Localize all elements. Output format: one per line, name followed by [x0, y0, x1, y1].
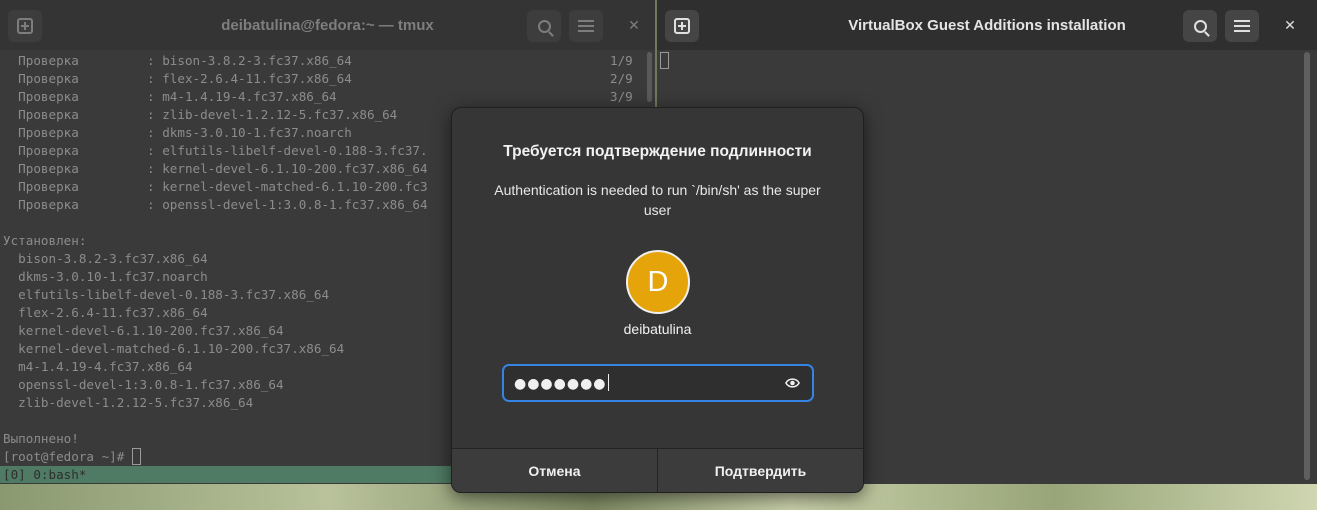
search-icon: [1193, 19, 1207, 33]
cancel-button[interactable]: Отмена: [452, 449, 657, 492]
hamburger-menu-icon: [578, 20, 594, 32]
terminal-line: Проверка : bison-3.8.2-3.fc37.x86_64 1/9: [3, 53, 633, 68]
installed-package: flex-2.6.4-11.fc37.x86_64: [3, 305, 208, 320]
username-label: deibatulina: [623, 321, 692, 337]
search-icon: [537, 19, 551, 33]
terminal-line: Проверка : kernel-devel-6.1.10-200.fc37.…: [3, 161, 428, 176]
close-button[interactable]: ✕: [1273, 10, 1307, 42]
menu-button[interactable]: [1225, 10, 1259, 42]
installed-package: bison-3.8.2-3.fc37.x86_64: [3, 251, 208, 266]
terminal-line: Проверка : flex-2.6.4-11.fc37.x86_64 2/9: [3, 71, 633, 86]
window-title: VirtualBox Guest Additions installation: [848, 16, 1126, 34]
authentication-dialog: Требуется подтверждение подлинности Auth…: [451, 107, 864, 493]
terminal-line: Проверка : openssl-devel-1:3.0.8-1.fc37.…: [3, 197, 428, 212]
shell-prompt[interactable]: [root@fedora ~]#: [3, 448, 141, 466]
installed-package: m4-1.4.19-4.fc37.x86_64: [3, 359, 193, 374]
installed-package: zlib-devel-1.2.12-5.fc37.x86_64: [3, 395, 254, 410]
close-button[interactable]: ✕: [617, 10, 651, 42]
terminal-line: Проверка : zlib-devel-1.2.12-5.fc37.x86_…: [3, 107, 398, 122]
installed-package: elfutils-libelf-devel-0.188-3.fc37.x86_6…: [3, 287, 330, 302]
hamburger-menu-icon: [1234, 20, 1250, 32]
terminal-cursor: [131, 448, 141, 465]
terminal-line: Проверка : elfutils-libelf-devel-0.188-3…: [3, 143, 428, 158]
close-icon: ✕: [628, 18, 640, 34]
dialog-buttons: Отмена Подтвердить: [452, 448, 863, 492]
dialog-message: Authentication is needed to run `/bin/sh…: [494, 182, 821, 218]
installed-header: Установлен:: [3, 233, 87, 248]
menu-button[interactable]: [569, 10, 603, 42]
search-button[interactable]: [1183, 10, 1217, 42]
avatar: D: [626, 250, 690, 314]
headerbar: deibatulina@fedora:~ — tmux ✕: [0, 0, 655, 50]
password-field[interactable]: ●●●●●●●: [502, 364, 814, 402]
search-button[interactable]: [527, 10, 561, 42]
terminal-line: Проверка : dkms-3.0.10-1.fc37.noarch: [3, 125, 352, 140]
terminal-line: Проверка : kernel-devel-matched-6.1.10-2…: [3, 179, 428, 194]
headerbar: VirtualBox Guest Additions installation …: [657, 0, 1317, 50]
password-value: ●●●●●●●: [514, 374, 610, 392]
eye-icon[interactable]: [785, 377, 800, 389]
terminal-line: Проверка : m4-1.4.19-4.fc37.x86_64 3/9: [3, 89, 633, 104]
dialog-title: Требуется подтверждение подлинности: [503, 143, 812, 160]
installed-package: openssl-devel-1:3.0.8-1.fc37.x86_64: [3, 377, 284, 392]
installed-package: kernel-devel-6.1.10-200.fc37.x86_64: [3, 323, 284, 338]
confirm-button[interactable]: Подтвердить: [657, 449, 863, 492]
installed-package: dkms-3.0.10-1.fc37.noarch: [3, 269, 208, 284]
close-icon: ✕: [1284, 18, 1296, 34]
done-message: Выполнено!: [3, 431, 79, 446]
installed-package: kernel-devel-matched-6.1.10-200.fc37.x86…: [3, 341, 345, 356]
scrollbar[interactable]: [1304, 52, 1310, 480]
scrollbar[interactable]: [647, 52, 652, 102]
terminal-cursor: [660, 52, 669, 69]
